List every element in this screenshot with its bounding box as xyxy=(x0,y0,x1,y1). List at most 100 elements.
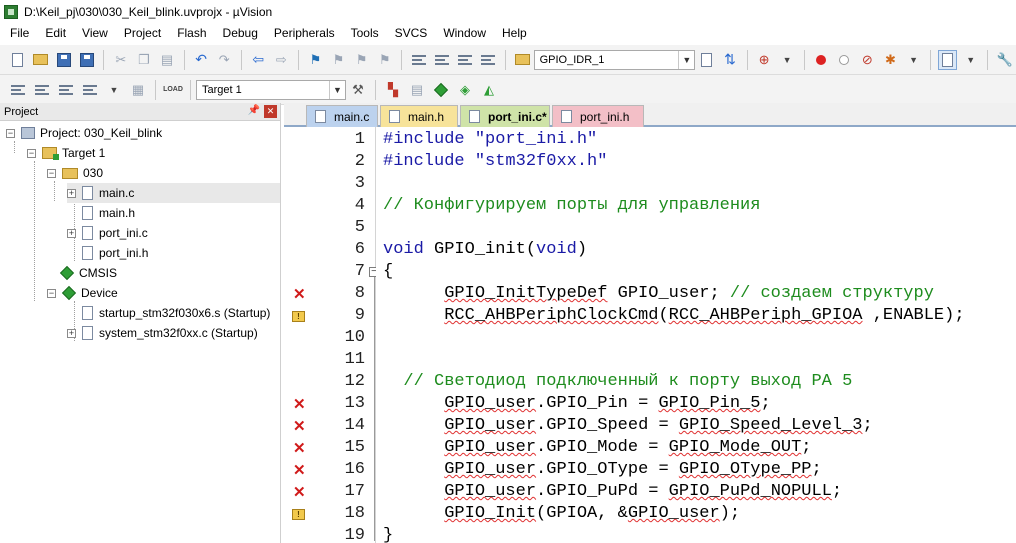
expand-icon[interactable]: + xyxy=(67,188,76,198)
insert-breakpoint-button[interactable] xyxy=(812,50,831,70)
code-editor[interactable]: #include "port_ini.h" #include "stm32f0xx… xyxy=(376,127,1016,543)
menu-edit[interactable]: Edit xyxy=(37,23,74,44)
code-line[interactable]: // Светодиод подключенный к порту выход … xyxy=(383,371,852,393)
menu-flash[interactable]: Flash xyxy=(169,23,214,44)
menu-svcs[interactable]: SVCS xyxy=(387,23,436,44)
select-packs-button[interactable]: ◈ xyxy=(455,80,475,100)
undo-button[interactable]: ↶ xyxy=(192,50,211,70)
menu-peripherals[interactable]: Peripherals xyxy=(266,23,343,44)
code-line[interactable]: GPIO_Init(GPIOA, &GPIO_user); xyxy=(383,503,740,525)
code-line[interactable]: // Конфигурируем порты для управления xyxy=(383,195,760,217)
chevron-down-icon[interactable]: ▼ xyxy=(329,80,345,99)
error-icon[interactable]: ✕ xyxy=(293,463,306,478)
error-icon[interactable]: ✕ xyxy=(293,287,306,302)
comment-button[interactable] xyxy=(455,50,474,70)
code-line[interactable]: GPIO_InitTypeDef GPIO_user; // создаем с… xyxy=(383,283,934,305)
tab-main-c[interactable]: main.c xyxy=(306,105,378,127)
clear-bookmarks-button[interactable]: ⚑ xyxy=(375,50,394,70)
error-icon[interactable]: ✕ xyxy=(293,397,306,412)
tree-item-cmsis[interactable]: CMSIS xyxy=(59,263,117,283)
error-icon[interactable]: ✕ xyxy=(293,419,306,434)
collapse-icon[interactable]: − xyxy=(47,288,56,298)
tree-item-main-c[interactable]: + main.c xyxy=(67,183,280,203)
code-line[interactable]: void GPIO_init(void) xyxy=(383,239,587,261)
next-bookmark-button[interactable]: ⚑ xyxy=(352,50,371,70)
menu-project[interactable]: Project xyxy=(116,23,169,44)
tree-item-port-ini-c[interactable]: + port_ini.c xyxy=(67,223,148,243)
error-icon[interactable]: ✕ xyxy=(293,485,306,500)
tree-item-startup[interactable]: startup_stm32f030x6.s (Startup) xyxy=(82,303,270,323)
navigate-back-button[interactable]: ⇦ xyxy=(249,50,268,70)
tree-item-project[interactable]: − Project: 030_Keil_blink xyxy=(6,123,162,143)
tab-port-ini-c[interactable]: port_ini.c* xyxy=(460,105,550,127)
redo-button[interactable]: ↷ xyxy=(215,50,234,70)
collapse-icon[interactable]: − xyxy=(47,168,56,178)
cut-button[interactable]: ✂ xyxy=(111,50,130,70)
target-select[interactable]: Target 1 ▼ xyxy=(196,79,346,100)
pack-installer-button[interactable]: ◭ xyxy=(479,80,499,100)
batch-build-button[interactable] xyxy=(80,80,100,100)
save-button[interactable] xyxy=(54,50,73,70)
code-line[interactable]: #include "port_ini.h" xyxy=(383,129,597,151)
target-options-button[interactable]: ⚒ xyxy=(348,80,368,100)
build-button[interactable] xyxy=(32,80,52,100)
prev-bookmark-button[interactable]: ⚑ xyxy=(329,50,348,70)
code-line[interactable]: } xyxy=(383,525,393,543)
uncomment-button[interactable] xyxy=(478,50,497,70)
configure-button[interactable]: 🔧 xyxy=(995,50,1014,70)
code-line[interactable]: GPIO_user.GPIO_Pin = GPIO_Pin_5; xyxy=(383,393,770,415)
code-line[interactable]: #include "stm32f0xx.h" xyxy=(383,151,607,173)
save-all-button[interactable] xyxy=(77,50,96,70)
tree-item-system[interactable]: + system_stm32f0xx.c (Startup) xyxy=(67,323,258,343)
chevron-down-icon[interactable]: ▼ xyxy=(678,50,694,69)
code-line[interactable]: GPIO_user.GPIO_PuPd = GPIO_PuPd_NOPULL; xyxy=(383,481,842,503)
editor-gutter[interactable]: 1 2 3 4 5 6 7 8 ✕ 9! 10 11 12 13 ✕ 14 ✕ 15 ✕ 16 ✕ 17 ✕ 18! 19− xyxy=(289,127,379,543)
tree-item-main-h[interactable]: main.h xyxy=(82,203,135,223)
disable-breakpoint-button[interactable] xyxy=(835,50,854,70)
code-line[interactable]: RCC_AHBPeriphClockCmd(RCC_AHBPeriph_GPIO… xyxy=(383,305,964,327)
manage-project-button[interactable]: ▚ xyxy=(383,80,403,100)
code-line[interactable]: GPIO_user.GPIO_Mode = GPIO_Mode_OUT; xyxy=(383,437,811,459)
tab-port-ini-h[interactable]: port_ini.h xyxy=(552,105,644,127)
menu-window[interactable]: Window xyxy=(435,23,494,44)
kill-all-breakpoints-button[interactable]: ✱ xyxy=(881,50,900,70)
navigate-forward-button[interactable]: ⇨ xyxy=(272,50,291,70)
menu-debug[interactable]: Debug xyxy=(215,23,266,44)
collapse-icon[interactable]: − xyxy=(27,148,36,158)
chevron-down-icon[interactable]: ▼ xyxy=(904,50,923,70)
debug-session-button[interactable]: ⊕ xyxy=(754,50,773,70)
chevron-down-icon[interactable]: ▼ xyxy=(104,80,124,100)
incremental-find-button[interactable]: ⇅ xyxy=(720,50,739,70)
rebuild-button[interactable] xyxy=(56,80,76,100)
expand-icon[interactable]: + xyxy=(67,328,76,338)
code-line[interactable]: { xyxy=(383,261,393,283)
copy-button[interactable]: ❐ xyxy=(134,50,153,70)
expand-icon[interactable]: + xyxy=(67,228,76,238)
bookmark-button[interactable]: ⚑ xyxy=(306,50,325,70)
close-icon[interactable]: ✕ xyxy=(264,105,277,118)
code-line[interactable]: GPIO_user.GPIO_Speed = GPIO_Speed_Level_… xyxy=(383,415,873,437)
find-button[interactable] xyxy=(697,50,716,70)
warning-icon[interactable]: ! xyxy=(292,311,305,322)
tree-item-port-ini-h[interactable]: port_ini.h xyxy=(82,243,148,263)
menu-file[interactable]: File xyxy=(2,23,37,44)
find-combo[interactable]: GPIO_IDR_1 ▼ xyxy=(533,49,696,70)
download-button[interactable]: LOAD xyxy=(163,80,183,100)
unindent-button[interactable] xyxy=(432,50,451,70)
manage-rte-button[interactable] xyxy=(431,80,451,100)
chevron-down-icon[interactable]: ▼ xyxy=(778,50,797,70)
menu-view[interactable]: View xyxy=(74,23,116,44)
translate-button[interactable] xyxy=(8,80,28,100)
indent-button[interactable] xyxy=(409,50,428,70)
tree-item-device[interactable]: − Device xyxy=(47,283,118,303)
window-layout-button[interactable] xyxy=(938,49,958,70)
code-line[interactable]: GPIO_user.GPIO_OType = GPIO_OType_PP; xyxy=(383,459,821,481)
tree-item-group-030[interactable]: − 030 xyxy=(47,163,103,183)
menu-help[interactable]: Help xyxy=(494,23,535,44)
collapse-icon[interactable]: − xyxy=(6,128,15,138)
error-icon[interactable]: ✕ xyxy=(293,441,306,456)
menu-tools[interactable]: Tools xyxy=(343,23,387,44)
warning-icon[interactable]: ! xyxy=(292,509,305,520)
find-in-files-button[interactable] xyxy=(513,50,532,70)
chevron-down-icon[interactable]: ▼ xyxy=(961,50,980,70)
